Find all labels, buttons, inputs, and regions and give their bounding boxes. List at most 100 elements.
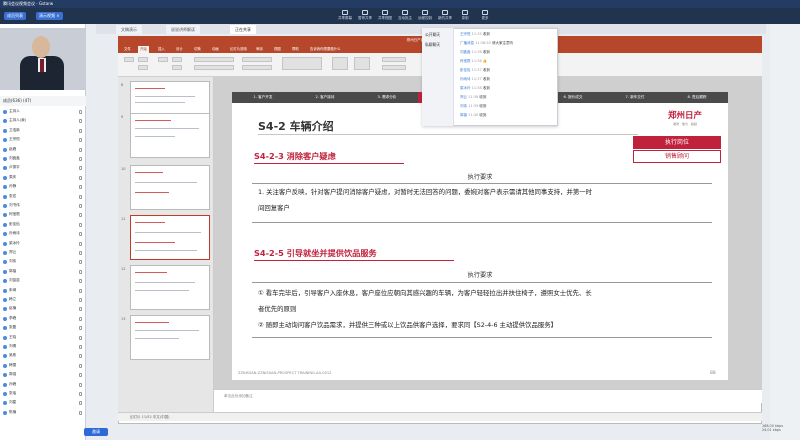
mic-icon[interactable] [79, 204, 82, 208]
tab-document[interactable]: 文稿演示 [116, 25, 142, 34]
mic-icon[interactable] [79, 128, 82, 133]
mic-icon[interactable] [79, 269, 82, 274]
slide-thumb[interactable] [130, 165, 210, 210]
member-row[interactable]: 刘鑫鑫 [0, 155, 86, 163]
member-row[interactable]: 刘书伟 [0, 202, 86, 210]
ribbon-tab-insert[interactable]: 插入 [156, 46, 167, 53]
notes-pane[interactable]: 单击此处添加备注 [214, 389, 762, 403]
member-row[interactable]: 柯宝根 [0, 211, 86, 219]
layout-button[interactable] [172, 57, 182, 62]
tab-sharing[interactable]: 正在共享 [230, 25, 256, 34]
font-select[interactable] [194, 57, 234, 62]
mic-icon[interactable] [79, 110, 82, 114]
mic-icon[interactable] [79, 260, 82, 265]
mic-icon[interactable] [79, 157, 82, 161]
member-list-button[interactable]: 成员列表 [4, 12, 26, 20]
tool-new-share[interactable]: 新的共享 [436, 10, 454, 21]
ribbon-tab-review[interactable]: 审阅 [254, 46, 265, 53]
cut-button[interactable] [138, 57, 148, 62]
tool-share-view[interactable]: 共享视图 [376, 10, 394, 21]
reset-button[interactable] [172, 65, 182, 70]
mic-icon[interactable] [79, 326, 82, 331]
mic-icon[interactable] [79, 213, 82, 218]
member-row[interactable]: 刘星 [0, 399, 86, 407]
mic-icon[interactable] [79, 392, 82, 396]
member-row[interactable]: 周庆 [0, 174, 86, 182]
ribbon-tab-view[interactable]: 视图 [272, 46, 283, 53]
mic-icon[interactable] [79, 363, 82, 368]
mic-icon[interactable] [79, 335, 82, 340]
ribbon-tab-animation[interactable]: 动画 [210, 46, 221, 53]
invite-button[interactable]: 邀请 [84, 428, 108, 436]
tool-more[interactable]: 更多 [476, 10, 494, 21]
member-row[interactable]: 赵楠 [0, 305, 86, 313]
mic-icon[interactable] [79, 382, 82, 387]
tab-lecturer[interactable]: 说说讲师解读 [166, 25, 200, 34]
ribbon-tab-transition[interactable]: 切换 [192, 46, 203, 53]
copy-button[interactable] [138, 65, 148, 70]
align-buttons[interactable] [242, 65, 272, 70]
member-row[interactable]: 朱琦 [0, 287, 86, 295]
member-row[interactable]: 郭蓓 [0, 268, 86, 276]
mic-icon[interactable] [79, 194, 82, 199]
mic-icon[interactable] [79, 138, 82, 143]
tool-share-screen[interactable]: 共享屏幕 [336, 10, 354, 21]
member-row[interactable]: 孙峰 [0, 381, 86, 389]
member-row[interactable]: 张宏 [0, 193, 86, 201]
member-row[interactable]: 吴彬 [0, 352, 86, 360]
mic-icon[interactable] [79, 410, 82, 415]
demo-video-button[interactable]: 演示视频 × [36, 12, 63, 20]
slide-thumb-selected[interactable] [130, 215, 210, 260]
mic-icon[interactable] [79, 222, 82, 227]
member-row[interactable]: 韩立 [0, 296, 86, 304]
member-row[interactable]: 主持人(我) [0, 117, 86, 125]
member-row[interactable]: 韩雪 [0, 362, 86, 370]
tool-remote-control[interactable]: 远程控制 [416, 10, 434, 21]
mic-icon[interactable] [79, 345, 82, 349]
slide-thumbnails[interactable]: 8 9 10 11 12 13 [118, 77, 214, 412]
mic-icon[interactable] [79, 307, 82, 312]
mic-icon[interactable] [79, 279, 82, 284]
member-row[interactable]: 刘倩 [0, 343, 86, 351]
member-row[interactable]: 郭强 [0, 371, 86, 379]
mic-icon[interactable] [79, 175, 82, 180]
mic-icon[interactable] [79, 251, 82, 255]
ribbon-tab-tellme[interactable]: 告诉我你想要做什么 [308, 46, 343, 53]
mic-icon[interactable] [79, 232, 82, 237]
tool-pause-share[interactable]: 暂停共享 [356, 10, 374, 21]
ribbon-tab-file[interactable]: 文件 [122, 46, 133, 53]
member-row[interactable]: 孙静 [0, 183, 86, 191]
member-row[interactable]: 张瑶 [0, 390, 86, 398]
tool-annotate[interactable]: 互动批注 [396, 10, 414, 21]
font-style-buttons[interactable] [194, 65, 234, 70]
ribbon-tab-help[interactable]: 帮助 [290, 46, 301, 53]
member-row[interactable]: 李峰 [0, 315, 86, 323]
member-row[interactable]: 卢振宇 [0, 164, 86, 172]
replace-button[interactable] [382, 65, 406, 70]
mic-icon[interactable] [79, 316, 82, 321]
private-chat-tab[interactable]: 私聊聊天 [425, 42, 440, 48]
mic-icon[interactable] [79, 354, 82, 359]
member-row[interactable]: 刘苗苗 [0, 277, 86, 285]
new-slide-button[interactable] [158, 57, 168, 62]
slide-thumb[interactable] [130, 265, 210, 310]
member-row[interactable]: 赵峰 [0, 146, 86, 154]
member-row[interactable]: 刘伟 [0, 258, 86, 266]
ribbon-tab-slideshow[interactable]: 幻灯片放映 [228, 46, 249, 53]
member-row[interactable]: 郑云 [0, 249, 86, 257]
member-row[interactable]: 王晓 [0, 334, 86, 342]
quick-styles-button[interactable] [354, 57, 370, 70]
mic-icon[interactable] [79, 166, 82, 171]
paste-button[interactable] [124, 57, 134, 62]
member-row[interactable]: 主持人 [0, 108, 86, 116]
mic-icon[interactable] [79, 119, 82, 124]
member-row[interactable]: 王宗恒 [0, 136, 86, 144]
slide-thumb[interactable] [130, 315, 210, 360]
slide-thumb[interactable] [130, 113, 210, 158]
member-row[interactable]: 梁冰玲 [0, 240, 86, 248]
mic-icon[interactable] [79, 241, 82, 246]
mic-icon[interactable] [79, 185, 82, 190]
member-row[interactable]: 陈楠 [0, 409, 86, 417]
member-row[interactable]: 张磊 [0, 324, 86, 332]
arrange-button[interactable] [332, 57, 348, 70]
